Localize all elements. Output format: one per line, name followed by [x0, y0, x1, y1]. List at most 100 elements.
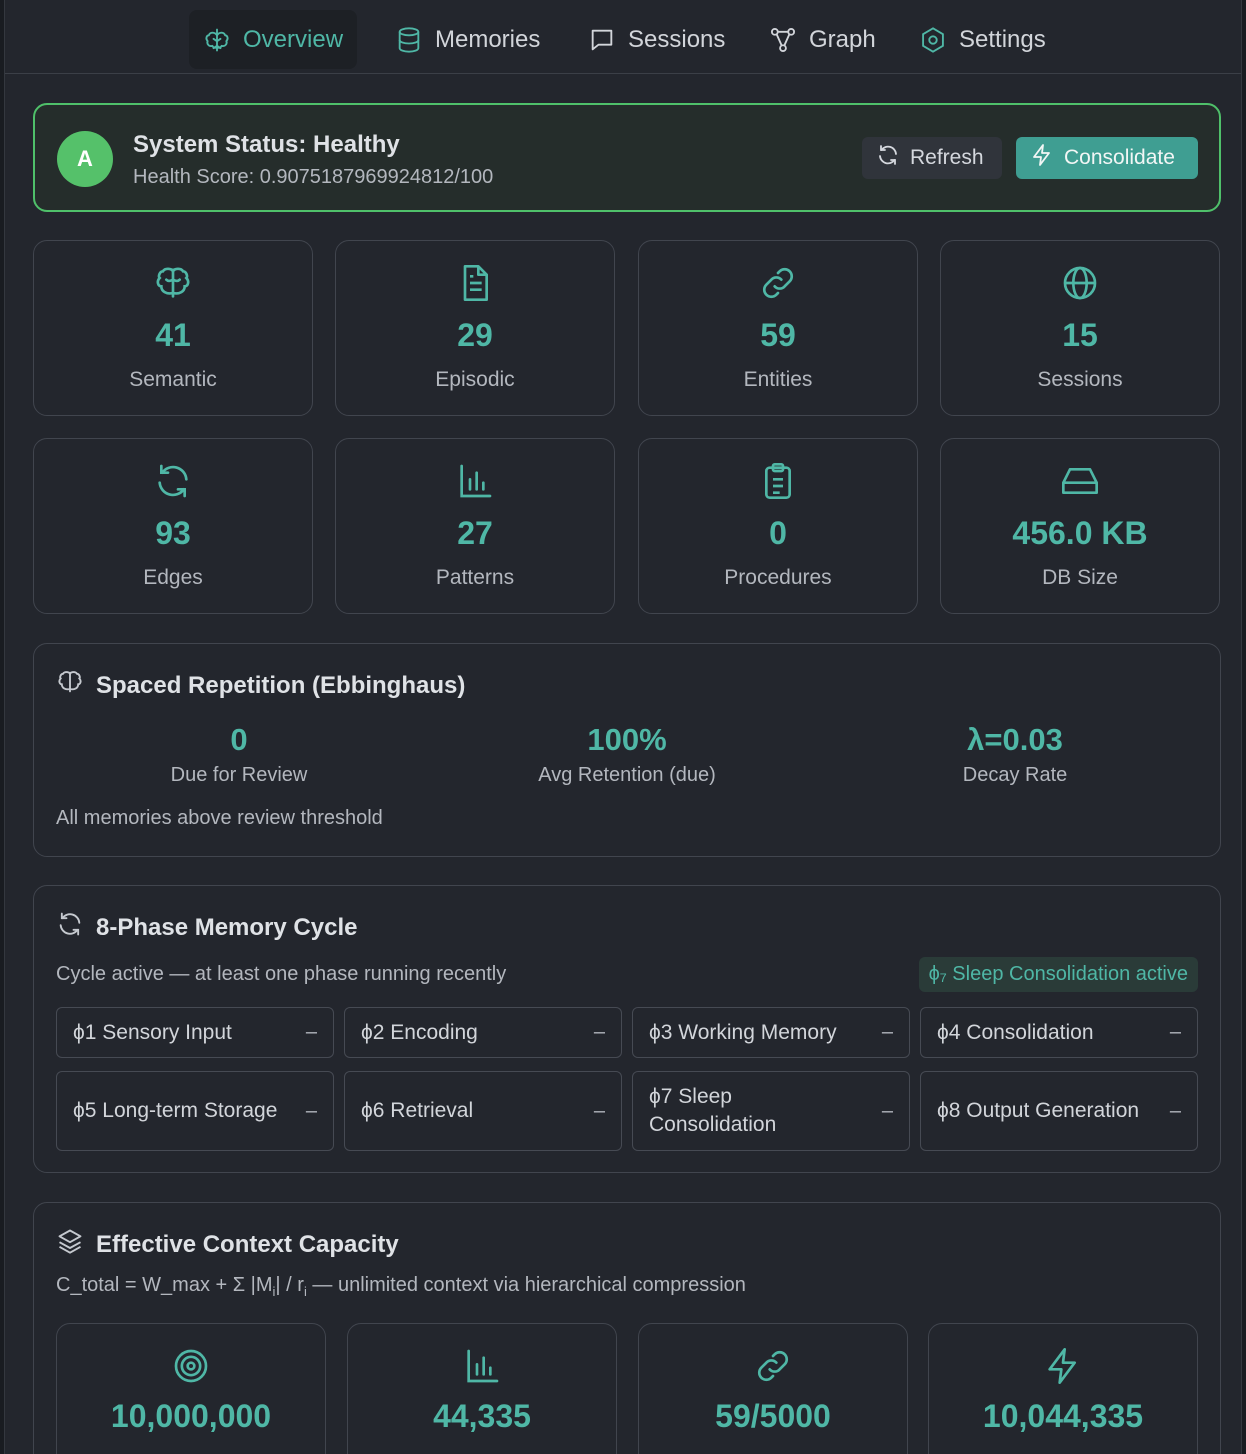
gear-icon	[919, 26, 947, 54]
phase-3[interactable]: ϕ3 Working Memory –	[632, 1007, 910, 1058]
stat-value: 29	[457, 317, 493, 353]
review-note: All memories above review threshold	[56, 807, 383, 829]
phase-label: ϕ2 Encoding	[361, 1020, 478, 1044]
metric-label: Decay Rate	[962, 764, 1068, 786]
phase-label: ϕ3 Working Memory	[649, 1020, 837, 1044]
active-phase-badge: ϕ₇ Sleep Consolidation active	[918, 957, 1198, 992]
chat-bubble-icon	[588, 26, 616, 54]
brain-tree-icon	[203, 26, 231, 54]
stat-label: Edges	[143, 566, 203, 589]
health-grade-avatar: A	[57, 131, 113, 187]
phase-6[interactable]: ϕ6 Retrieval –	[344, 1071, 622, 1151]
refresh-label: Refresh	[910, 146, 984, 169]
link-icon	[639, 263, 917, 303]
globe-icon	[941, 263, 1219, 303]
consolidate-button[interactable]: Consolidate	[1016, 137, 1198, 179]
decay-rate-metric: λ=0.03 Decay Rate	[835, 722, 1195, 787]
phase-label: ϕ7 Sleep Consolidation	[649, 1085, 777, 1136]
phase-7[interactable]: ϕ7 Sleep Consolidation –	[632, 1071, 910, 1151]
stat-card-entities: 59 Entities	[638, 240, 918, 416]
health-score: Health Score: 0.9075187969924812/100	[133, 166, 494, 188]
metric-value: λ=0.03	[967, 722, 1063, 757]
phase-status: –	[593, 1099, 605, 1122]
system-status-banner: A System Status: Healthy Health Score: 0…	[33, 103, 1221, 212]
panel-title: Spaced Repetition (Ebbinghaus)	[56, 668, 465, 703]
metric-label: Due for Review	[170, 764, 308, 786]
phase-5[interactable]: ϕ5 Long-term Storage –	[56, 1071, 334, 1151]
layers-icon	[56, 1227, 84, 1262]
document-icon	[336, 263, 614, 303]
formula-part-a: C_total = W_max + Σ |M	[56, 1274, 273, 1296]
stat-card-semantic: 41 Semantic	[33, 240, 313, 416]
context-value: 10,000,000	[110, 1398, 272, 1434]
tab-sessions[interactable]: Sessions	[574, 10, 739, 69]
stat-label: Sessions	[1037, 368, 1123, 391]
stat-card-episodic: 29 Episodic	[335, 240, 615, 416]
bar-chart-icon	[336, 461, 614, 501]
metric-value: 100%	[587, 722, 667, 757]
stat-card-edges: 93 Edges	[33, 438, 313, 614]
tab-memories-label: Memories	[435, 25, 541, 53]
stat-label: Entities	[743, 368, 813, 391]
spaced-repetition-title: Spaced Repetition (Ebbinghaus)	[96, 671, 466, 699]
context-card-total: 10,044,335	[928, 1323, 1198, 1454]
stat-value: 93	[155, 515, 191, 551]
stat-card-sessions: 15 Sessions	[940, 240, 1220, 416]
formula-part-b: | / r	[275, 1274, 304, 1296]
context-value: 10,044,335	[982, 1398, 1144, 1434]
stat-value: 59	[760, 317, 796, 353]
phase-status: –	[305, 1021, 317, 1043]
phase-label: ϕ6 Retrieval	[361, 1099, 474, 1122]
app-window: Overview Memories Sessions Graph Setting…	[4, 0, 1242, 1454]
context-value: 59/5000	[715, 1398, 831, 1434]
lightning-icon	[1030, 143, 1054, 173]
context-card-window: 10,000,000	[56, 1323, 326, 1454]
status-title: System Status: Healthy	[133, 131, 400, 158]
stat-value: 27	[457, 515, 493, 551]
context-value: 44,335	[433, 1398, 531, 1434]
panel-title: Effective Context Capacity	[56, 1227, 399, 1262]
cycle-subtitle: Cycle active — at least one phase runnin…	[56, 963, 507, 985]
phase-status: –	[305, 1099, 317, 1122]
tab-settings-label: Settings	[959, 25, 1046, 53]
brain-icon	[56, 668, 84, 703]
context-card-memory: 44,335	[347, 1323, 617, 1454]
metric-value: 0	[230, 722, 248, 757]
due-for-review-metric: 0 Due for Review	[59, 722, 419, 787]
phase-status: –	[881, 1099, 893, 1122]
lightning-icon	[929, 1346, 1197, 1386]
phase-label: ϕ5 Long-term Storage	[73, 1099, 278, 1122]
stat-label: Episodic	[435, 368, 515, 391]
spaced-repetition-panel: Spaced Repetition (Ebbinghaus) 0 Due for…	[33, 643, 1221, 857]
database-icon	[395, 26, 423, 54]
tab-graph[interactable]: Graph	[755, 10, 890, 69]
phase-1[interactable]: ϕ1 Sensory Input –	[56, 1007, 334, 1058]
tab-overview[interactable]: Overview	[189, 10, 358, 69]
tab-settings[interactable]: Settings	[905, 10, 1060, 69]
refresh-icon	[56, 910, 84, 945]
phase-4[interactable]: ϕ4 Consolidation –	[920, 1007, 1198, 1058]
stat-label: Procedures	[724, 566, 832, 589]
panel-title: 8-Phase Memory Cycle	[56, 910, 357, 945]
context-capacity-title: Effective Context Capacity	[96, 1230, 399, 1258]
memory-cycle-title: 8-Phase Memory Cycle	[96, 913, 358, 941]
refresh-icon	[876, 143, 900, 173]
stat-label: DB Size	[1042, 566, 1118, 589]
tab-memories[interactable]: Memories	[381, 10, 554, 69]
context-capacity-panel: Effective Context Capacity C_total = W_m…	[33, 1202, 1221, 1454]
phase-status: –	[1169, 1021, 1181, 1043]
phase-2[interactable]: ϕ2 Encoding –	[344, 1007, 622, 1058]
top-nav: Overview Memories Sessions Graph Setting…	[5, 0, 1241, 74]
stat-label: Patterns	[435, 566, 515, 589]
phase-label: ϕ1 Sensory Input	[73, 1020, 232, 1044]
phase-label: ϕ8 Output Generation	[937, 1099, 1140, 1122]
tab-sessions-label: Sessions	[628, 25, 726, 53]
stat-label: Semantic	[129, 368, 217, 391]
avg-retention-metric: 100% Avg Retention (due)	[447, 722, 807, 787]
stat-card-patterns: 27 Patterns	[335, 438, 615, 614]
refresh-icon	[34, 461, 312, 501]
consolidate-label: Consolidate	[1064, 146, 1175, 169]
stat-card-procedures: 0 Procedures	[638, 438, 918, 614]
refresh-button[interactable]: Refresh	[862, 137, 1002, 179]
phase-8[interactable]: ϕ8 Output Generation –	[920, 1071, 1198, 1151]
